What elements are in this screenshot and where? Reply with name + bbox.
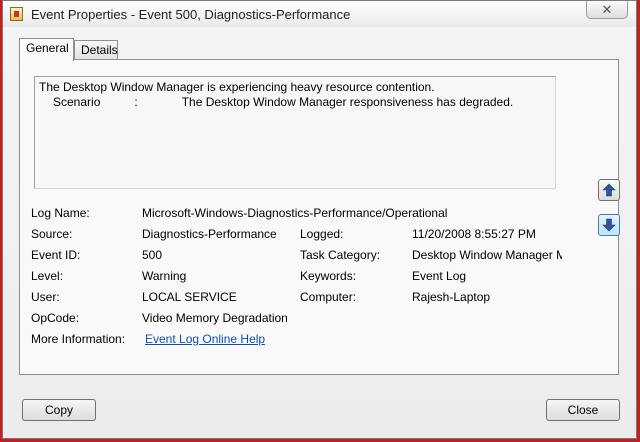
description-line-2: Scenario: The Desktop Window Manager resp… <box>53 95 551 110</box>
event-properties-window: Event Properties - Event 500, Diagnostic… <box>2 0 637 439</box>
scenario-label: Scenario <box>53 95 101 109</box>
window-close-button[interactable]: ✕ <box>586 1 628 19</box>
level-label: Level: <box>31 269 64 283</box>
computer-value: Rajesh-Laptop <box>412 290 491 304</box>
event-description-box[interactable]: The Desktop Window Manager is experienci… <box>34 76 556 189</box>
opcode-value: Video Memory Degradation <box>142 311 288 325</box>
event-id-value: 500 <box>142 248 163 262</box>
opcode-label: OpCode: <box>31 311 80 325</box>
description-line-1: The Desktop Window Manager is experienci… <box>39 80 435 94</box>
more-info-label: More Information: <box>31 332 126 346</box>
user-value: LOCAL SERVICE <box>142 290 237 304</box>
keywords-label: Keywords: <box>300 269 357 283</box>
copy-button[interactable]: Copy <box>22 399 96 421</box>
source-label: Source: <box>31 227 73 241</box>
arrow-up-icon <box>602 183 616 197</box>
user-label: User: <box>31 290 60 304</box>
tab-details[interactable]: Details <box>74 40 118 60</box>
keywords-value: Event Log <box>412 269 467 283</box>
logged-value: 11/20/2008 8:55:27 PM <box>412 227 536 241</box>
task-category-label: Task Category: <box>300 248 381 262</box>
event-viewer-app-icon <box>10 7 23 21</box>
computer-label: Computer: <box>300 290 357 304</box>
scenario-value: The Desktop Window Manager responsivenes… <box>181 95 514 109</box>
task-category-value: Desktop Window Manager M <box>412 248 562 262</box>
event-id-label: Event ID: <box>31 248 81 262</box>
log-name-label: Log Name: <box>31 206 90 220</box>
logged-label: Logged: <box>300 227 344 241</box>
arrow-down-icon <box>602 218 616 232</box>
close-button[interactable]: Close <box>546 399 620 421</box>
source-value: Diagnostics-Performance <box>142 227 277 241</box>
level-value: Warning <box>142 269 187 283</box>
scenario-separator: : <box>134 95 138 109</box>
previous-event-button[interactable] <box>598 179 620 201</box>
window-title: Event Properties - Event 500, Diagnostic… <box>31 7 351 22</box>
tab-general[interactable]: General <box>19 38 74 61</box>
event-log-online-help-link[interactable]: Event Log Online Help <box>145 332 265 346</box>
title-bar[interactable]: Event Properties - Event 500, Diagnostic… <box>3 1 636 27</box>
next-event-button[interactable] <box>598 214 620 236</box>
log-name-value: Microsoft-Windows-Diagnostics-Performanc… <box>142 206 448 220</box>
